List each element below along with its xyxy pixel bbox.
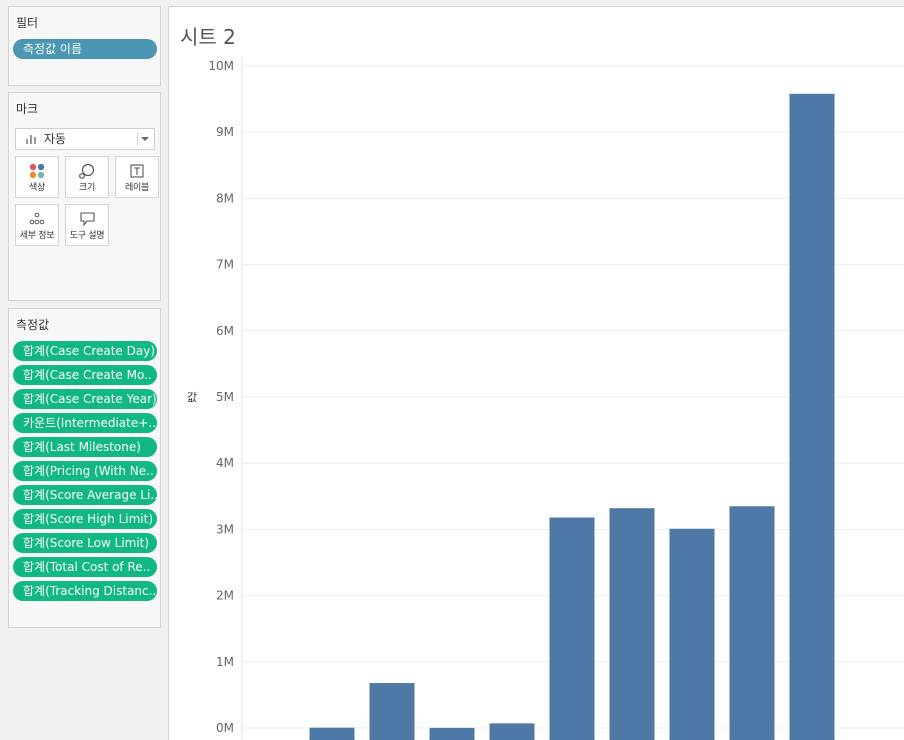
y-tick-label: 1M: [216, 655, 234, 669]
color-button-label: 색상: [29, 183, 45, 193]
tooltip-button[interactable]: 도구 설명: [65, 204, 109, 246]
y-tick-label: 8M: [216, 191, 234, 205]
measure-pill[interactable]: 합계(Last Milestone): [13, 437, 157, 457]
y-tick-label: 4M: [216, 456, 234, 470]
measure-pill[interactable]: 합계(Pricing (With Ne..: [13, 461, 157, 481]
bar[interactable]: [489, 723, 535, 740]
measure-pill[interactable]: 합계(Tracking Distanc..: [13, 581, 157, 601]
chevron-down-icon[interactable]: [141, 137, 149, 141]
y-tick-label: 10M: [208, 59, 234, 73]
detail-dots-icon: [16, 211, 58, 227]
measures-title: 측정값: [16, 318, 50, 332]
y-tick-label: 6M: [216, 324, 234, 338]
y-tick-label: 3M: [216, 522, 234, 536]
measure-pill[interactable]: 합계(Case Create Year): [13, 389, 157, 409]
measure-pill[interactable]: 카운트(Intermediate+..: [13, 413, 157, 433]
color-dots-icon: [16, 163, 58, 179]
y-tick-label: 5M: [216, 390, 234, 404]
mark-type-dropdown[interactable]: 자동: [15, 128, 155, 150]
label-button-label: 레이블: [125, 183, 149, 193]
measure-values-shelf[interactable]: 측정값 합계(Case Create Day) 합계(Case Create M…: [8, 308, 161, 628]
dropdown-divider: [137, 132, 138, 146]
y-tick-label: 9M: [216, 125, 234, 139]
detail-button-label: 세부 정보: [19, 231, 55, 241]
marks-title: 마크: [16, 102, 39, 116]
detail-button[interactable]: 세부 정보: [15, 204, 59, 246]
size-button-label: 크기: [79, 183, 95, 193]
size-button[interactable]: 크기: [65, 156, 109, 198]
bar[interactable]: [309, 727, 355, 740]
measure-pill[interactable]: 합계(Score High Limit): [13, 509, 157, 529]
y-tick-label: 2M: [216, 589, 234, 603]
bar-chart[interactable]: 0M 1M 2M 3M 4M 5M 6M 7M 8M 9M 10M: [169, 7, 904, 740]
marks-card: 마크 자동 색상 크기 레이블 세부 정보 도구 설명: [8, 92, 161, 301]
filters-shelf[interactable]: 필터 측정값 이름: [8, 6, 161, 86]
worksheet-view[interactable]: 시트 2 값 0M 1M 2M 3M 4M 5M 6M 7M 8M 9M 10M: [168, 6, 904, 740]
measure-pill[interactable]: 합계(Score Average Li..: [13, 485, 157, 505]
measure-pill[interactable]: 합계(Total Cost of Re..: [13, 557, 157, 577]
bar[interactable]: [549, 517, 595, 740]
bar[interactable]: [669, 528, 715, 740]
y-tick-label: 7M: [216, 258, 234, 272]
bar-chart-icon: [26, 134, 38, 144]
text-label-icon: [116, 163, 158, 179]
y-tick-label: 0M: [216, 721, 234, 735]
bar[interactable]: [609, 508, 655, 740]
filter-pill-measure-names[interactable]: 측정값 이름: [13, 39, 157, 59]
bar[interactable]: [429, 727, 475, 740]
bar[interactable]: [729, 506, 775, 740]
color-button[interactable]: 색상: [15, 156, 59, 198]
tooltip-button-label: 도구 설명: [69, 231, 105, 241]
size-icon: [66, 163, 108, 179]
measure-pill[interactable]: 합계(Case Create Day): [13, 341, 157, 361]
label-button[interactable]: 레이블: [115, 156, 159, 198]
tooltip-icon: [66, 211, 108, 227]
filters-title: 필터: [16, 16, 39, 30]
bar[interactable]: [789, 93, 835, 740]
mark-type-label: 자동: [44, 132, 67, 146]
measure-pill[interactable]: 합계(Score Low Limit): [13, 533, 157, 553]
bar[interactable]: [369, 682, 415, 740]
measure-pill[interactable]: 합계(Case Create Mo..: [13, 365, 157, 385]
